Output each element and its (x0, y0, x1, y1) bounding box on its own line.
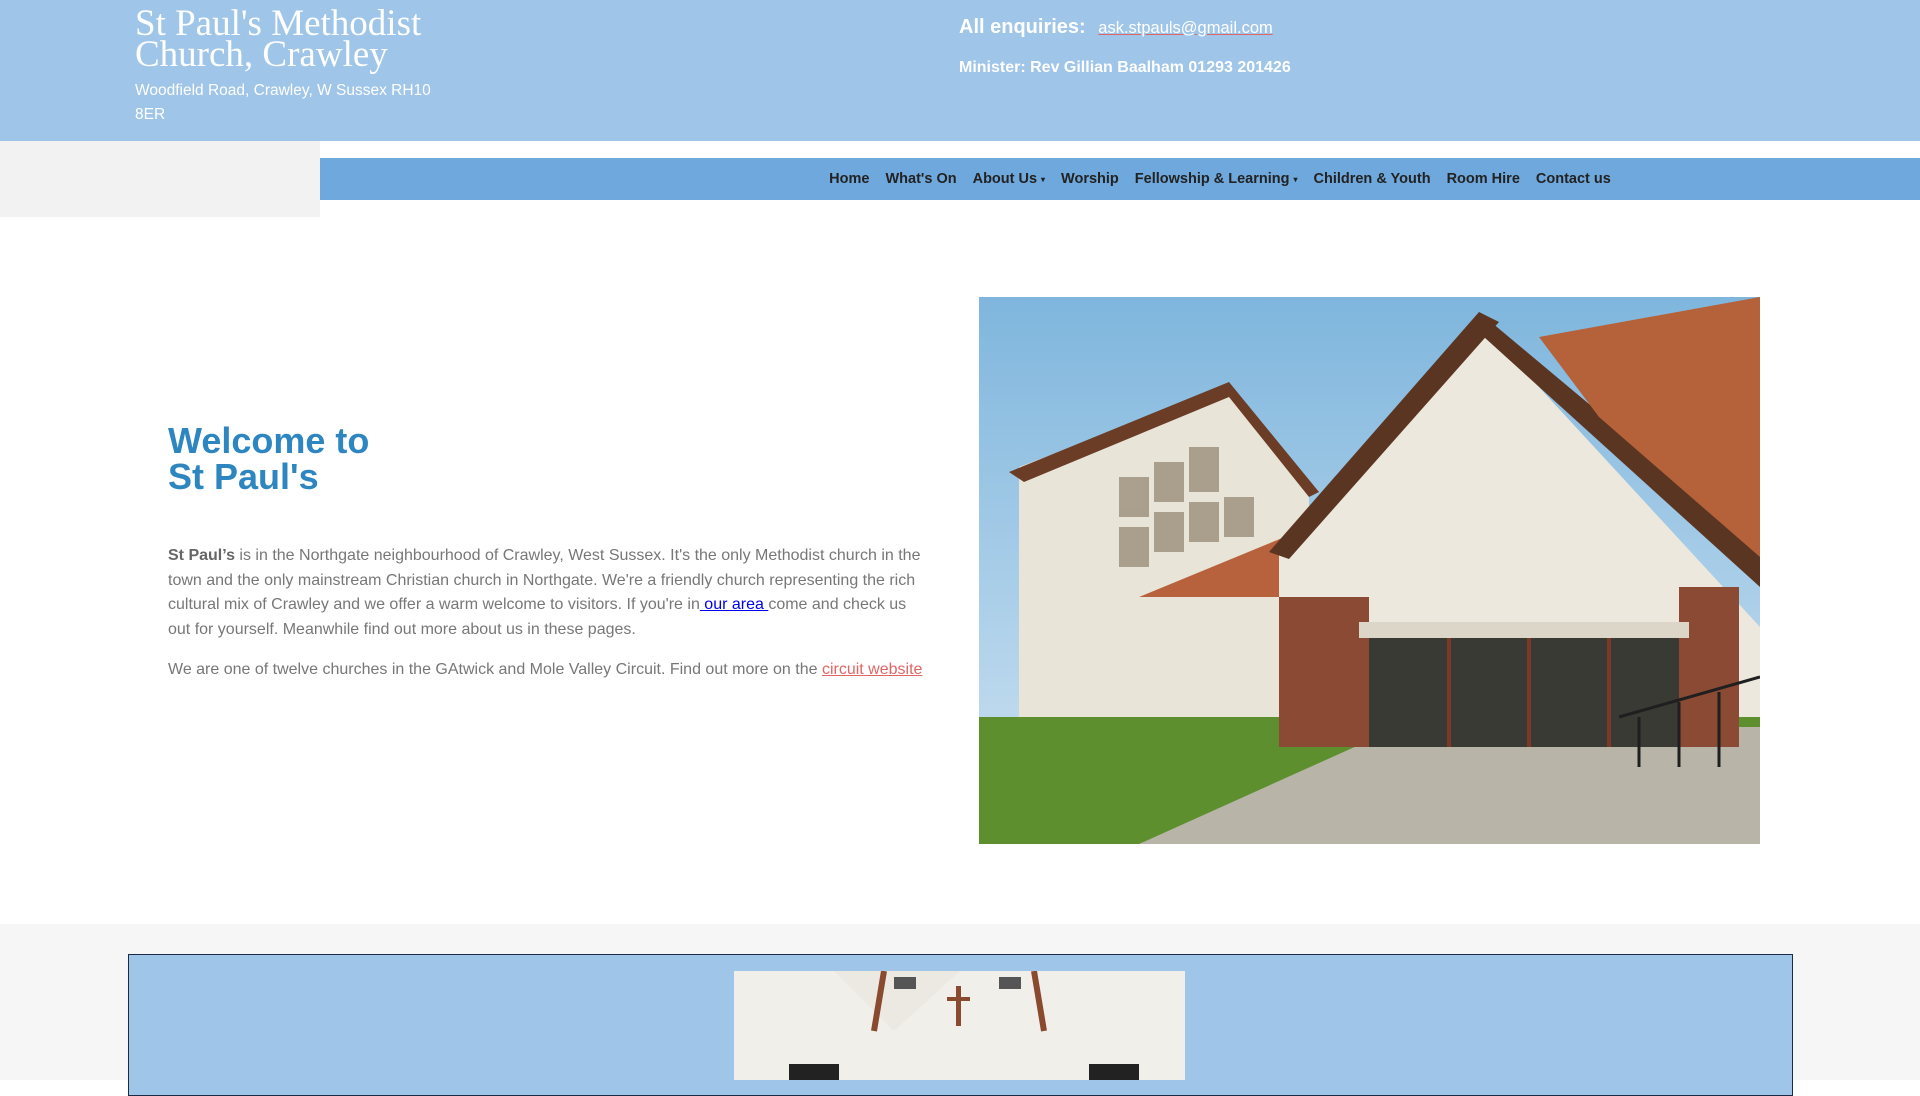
nav-item-label: Fellowship & Learning (1134, 171, 1290, 187)
nav-item-fellowship-learning[interactable]: Fellowship & Learning ▾ (1135, 171, 1298, 187)
main-nav: Home What's On About Us ▾ Worship Fellowship … (320, 158, 1920, 200)
nav-item-label: What's On (885, 171, 957, 187)
nav-item-label: Contact us (1535, 171, 1611, 187)
nav-item-worship[interactable]: Worship (1061, 171, 1119, 187)
enquiries-line: All enquiries: ask.stpauls@gmail.com (959, 16, 1273, 39)
church-interior-illustration (734, 971, 1185, 1080)
nav-item-about-us[interactable]: About Us ▾ (973, 171, 1045, 187)
nav-item-what-s-on[interactable]: What's On (885, 171, 956, 187)
chevron-down-icon: ▾ (1293, 174, 1298, 184)
nav-item-label: Room Hire (1446, 171, 1520, 187)
site-title[interactable]: St Paul's Methodist Church, Crawley (135, 5, 455, 73)
welcome-heading-line1: Welcome to (168, 420, 370, 461)
intro-bold-name: St Paul’s (168, 547, 235, 564)
chevron-down-icon: ▾ (1041, 174, 1046, 184)
nav-item-contact-us[interactable]: Contact us (1536, 171, 1611, 187)
our-area-link[interactable]: our area (700, 596, 768, 613)
email-link[interactable]: ask.stpauls@gmail.com (1098, 19, 1272, 37)
nav-item-label: Home (829, 171, 870, 187)
church-exterior-photo (979, 297, 1760, 844)
intro-paragraph: St Paul’s is in the Northgate neighbourh… (168, 544, 928, 642)
nav-list: Home What's On About Us ▾ Worship Fellowship … (320, 158, 1920, 200)
enquiries-label: All enquiries: (959, 16, 1086, 38)
minister-info: Minister: Rev Gillian Baalham 01293 2014… (959, 59, 1291, 76)
nav-item-label: Worship (1061, 171, 1119, 187)
nav-left-panel (0, 141, 320, 217)
nav-item-home[interactable]: Home (829, 171, 869, 187)
church-interior-photo (734, 971, 1185, 1080)
site-header: St Paul's Methodist Church, Crawley Wood… (0, 0, 1920, 141)
church-exterior-illustration (979, 297, 1760, 844)
circuit-paragraph: We are one of twelve churches in the GAt… (168, 658, 928, 683)
nav-item-label: About Us (972, 171, 1038, 187)
nav-item-children-youth[interactable]: Children & Youth (1313, 171, 1430, 187)
site-address: Woodfield Road, Crawley, W Sussex RH10 8… (135, 82, 431, 123)
nav-item-label: Children & Youth (1313, 171, 1431, 187)
welcome-heading-line2: St Paul's (168, 456, 319, 497)
nav-item-room-hire[interactable]: Room Hire (1447, 171, 1520, 187)
circuit-text: We are one of twelve churches in the GAt… (168, 661, 822, 678)
circuit-website-link[interactable]: circuit website (822, 661, 922, 678)
welcome-heading: Welcome to St Paul's (168, 423, 369, 495)
